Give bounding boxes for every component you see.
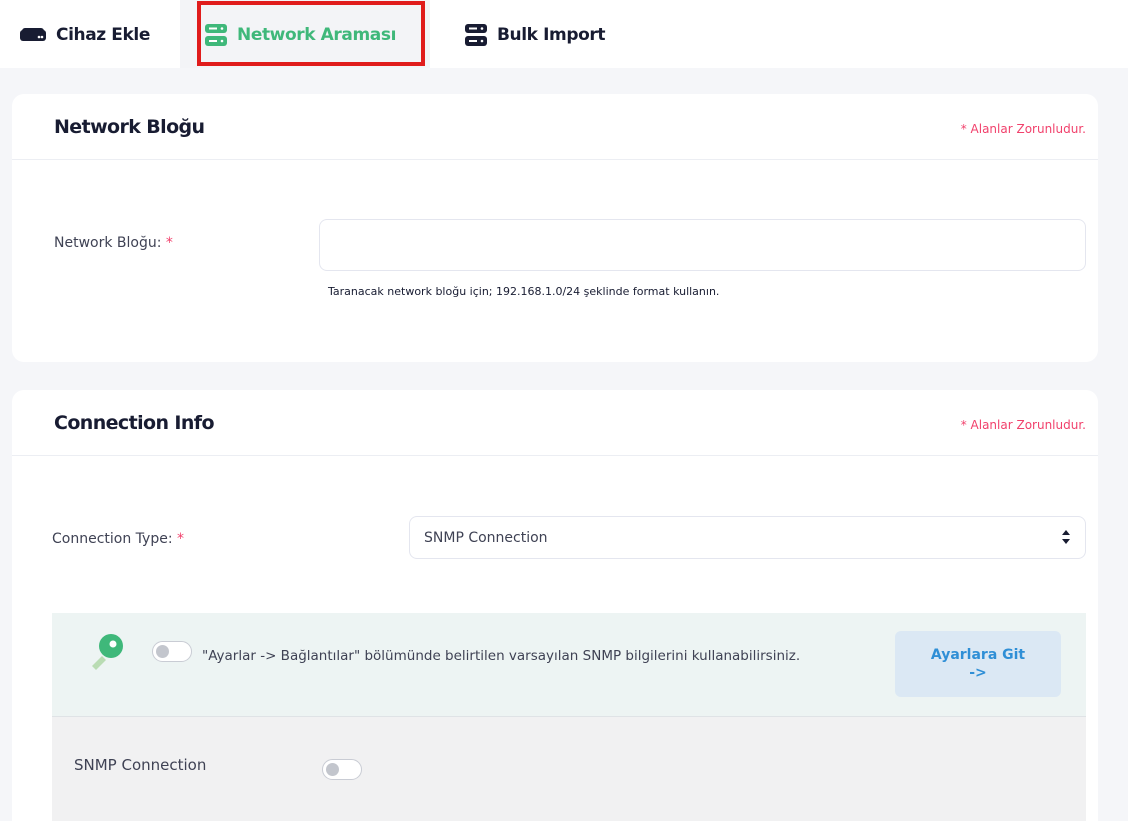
- server-stack-icon: [465, 24, 487, 46]
- info-text: "Ayarlar -> Bağlantılar" bölümünde belir…: [202, 648, 801, 664]
- button-label: Ayarlara Git: [930, 647, 1026, 663]
- connection-info-card: Connection Info * Alanlar Zorunludur. Co…: [12, 390, 1098, 821]
- label-text: Connection Type:: [52, 531, 173, 547]
- sort-caret-icon: [1061, 529, 1071, 549]
- arrow-right-icon: ->: [969, 665, 987, 681]
- tab-label: Cihaz Ekle: [56, 25, 150, 45]
- toggle-knob: [156, 645, 169, 658]
- card-header: Connection Info * Alanlar Zorunludur.: [12, 390, 1098, 456]
- device-icon: [20, 28, 46, 42]
- network-block-card: Network Bloğu * Alanlar Zorunludur. Netw…: [12, 94, 1098, 362]
- tab-network-aramasi[interactable]: Network Araması: [180, 0, 430, 70]
- required-mark: *: [177, 531, 184, 547]
- required-note: * Alanlar Zorunludur.: [960, 122, 1086, 136]
- snmp-connection-panel: SNMP Connection: [52, 717, 1086, 821]
- card-title: Network Bloğu: [54, 116, 205, 138]
- snmp-connection-toggle[interactable]: [322, 759, 362, 780]
- go-to-settings-button[interactable]: Ayarlara Git ->: [895, 631, 1061, 697]
- tab-cihaz-ekle[interactable]: Cihaz Ekle: [20, 0, 150, 70]
- card-title: Connection Info: [54, 412, 215, 434]
- tab-bulk-import[interactable]: Bulk Import: [465, 0, 606, 70]
- label-text: Network Bloğu:: [54, 235, 162, 251]
- default-settings-panel: "Ayarlar -> Bağlantılar" bölümünde belir…: [52, 613, 1086, 717]
- card-header: Network Bloğu * Alanlar Zorunludur.: [12, 94, 1098, 160]
- required-note: * Alanlar Zorunludur.: [960, 418, 1086, 432]
- network-block-input[interactable]: [319, 219, 1086, 271]
- required-mark: *: [165, 235, 173, 251]
- selected-value: SNMP Connection: [424, 529, 548, 546]
- key-icon: [86, 632, 126, 676]
- network-block-hint: Taranacak network bloğu için; 192.168.1.…: [328, 285, 720, 298]
- highlight-box: [197, 1, 425, 66]
- connection-type-select[interactable]: SNMP Connection: [409, 516, 1086, 559]
- network-block-label: Network Bloğu: *: [54, 235, 173, 251]
- default-snmp-toggle[interactable]: [152, 641, 192, 662]
- tab-label: Bulk Import: [497, 25, 606, 45]
- tab-bar: Cihaz Ekle Network Araması Bulk Import: [0, 0, 1128, 70]
- snmp-connection-label: SNMP Connection: [74, 756, 207, 774]
- connection-type-label: Connection Type: *: [52, 531, 184, 547]
- toggle-knob: [326, 763, 339, 776]
